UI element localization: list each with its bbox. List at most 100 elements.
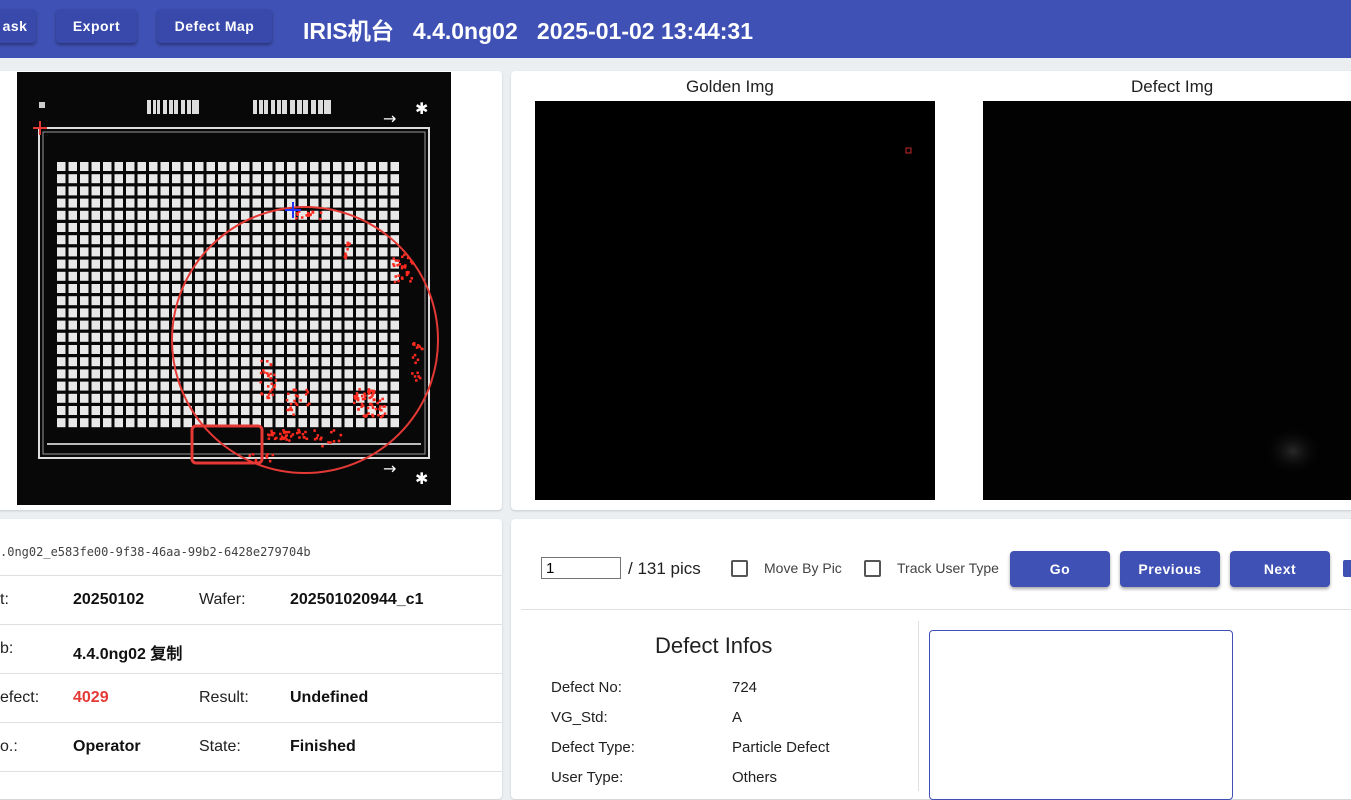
die-cell [172,210,181,220]
defect-point [248,454,252,457]
die-cell [160,332,169,342]
die-cell [264,345,273,354]
die-cell [137,418,146,428]
defect-image[interactable] [983,101,1351,500]
die-cell [287,357,296,367]
pic-index-input[interactable] [541,557,621,579]
track-user-type-checkbox[interactable] [864,560,881,577]
die-cell [206,223,215,232]
die-cell [390,320,399,330]
die-cell [149,271,158,281]
die-cell [80,235,89,245]
defect-point [306,403,309,407]
die-cell [310,284,319,293]
die-cell [91,332,100,342]
die-cell [287,271,296,281]
die-cell [241,186,250,196]
die-cell [264,418,273,428]
die-cell [206,198,215,208]
die-cell [356,259,365,269]
die-cell [344,357,353,367]
die-cell [183,210,192,220]
die-cell [137,186,146,196]
die-cell [367,174,376,184]
die-cell [57,381,66,391]
defect-point [332,440,336,443]
die-cell [310,235,319,245]
die-cell [275,332,284,342]
defect-point [416,358,420,362]
die-cell [229,174,238,184]
golden-image[interactable] [535,101,935,500]
die-cell [333,332,342,342]
vertical-divider [918,621,919,791]
help-icon[interactable] [1343,560,1351,577]
die-cell [390,210,399,220]
die-cell [57,162,66,171]
die-cell [298,271,307,281]
next-button[interactable]: Next [1230,551,1330,587]
die-cell [91,369,100,379]
die-cell [68,271,77,281]
defect-point [339,433,343,437]
die-cell [333,162,342,171]
die-cell [149,369,158,379]
die-cell [183,418,192,428]
die-cell [229,259,238,269]
die-cell [126,259,135,269]
die-cell [218,308,227,318]
die-cell [206,308,215,318]
defect-point [363,392,366,395]
die-cell [137,198,146,208]
defect-point [381,397,384,401]
die-cell [379,369,388,379]
die-cell [103,393,112,403]
die-cell [80,345,89,354]
die-cell [310,320,319,330]
die-cell [149,259,158,269]
die-cell [68,186,77,196]
export-button[interactable]: Export [56,9,137,43]
defect-thumbnail-box[interactable] [929,630,1233,800]
die-cell [195,369,204,379]
die-cell [241,223,250,232]
die-cell [137,210,146,220]
defect-point [290,408,294,412]
die-cell [149,381,158,391]
defect-point [267,437,271,440]
previous-button[interactable]: Previous [1120,551,1220,587]
defect-point [269,372,272,376]
defect-point [295,431,299,435]
die-cell [149,393,158,403]
die-cell [218,198,227,208]
die-cell [310,418,319,428]
die-cell [160,259,169,269]
die-cell [183,296,192,306]
die-cell [321,406,330,415]
die-cell [264,223,273,232]
die-cell [287,320,296,330]
defect-point [273,385,276,389]
die-cell [275,418,284,428]
die-cell [149,418,158,428]
die-cell [195,223,204,232]
defect-point [259,371,263,375]
task-button[interactable]: ask [0,9,36,43]
go-button[interactable]: Go [1010,551,1110,587]
die-cell [80,186,89,196]
die-cell [68,393,77,403]
die-cell [333,369,342,379]
die-cell [57,235,66,245]
die-cell [183,381,192,391]
defect-map-button[interactable]: Defect Map [157,9,272,43]
defect-point [344,254,348,258]
die-cell [103,296,112,306]
die-cell [333,345,342,354]
move-by-pic-checkbox[interactable] [731,560,748,577]
die-cell [310,259,319,269]
die-cell [91,259,100,269]
wafer-map-image[interactable]: → ✱ → ✱ [17,72,451,505]
die-cell [91,198,100,208]
die-cell [57,296,66,306]
die-cell [356,223,365,232]
